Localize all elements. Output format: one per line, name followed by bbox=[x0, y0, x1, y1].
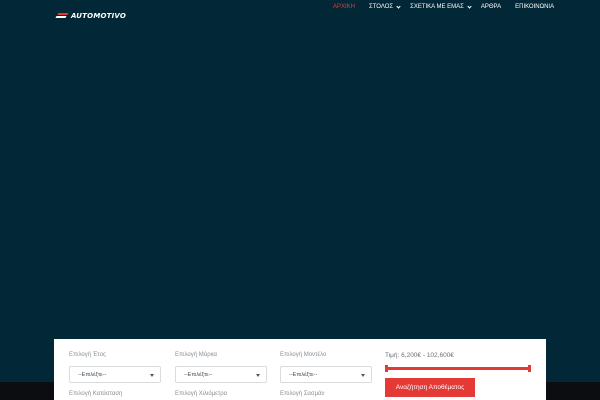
nav-item-contact[interactable]: ΕΠΙΚΟΙΝΩΝΙΑ bbox=[515, 4, 554, 10]
model-select[interactable]: --Επιλέξτε-- bbox=[280, 366, 372, 383]
main-nav: ΑΡΧΙΚΗ ΣΤΟΛΟΣ ΣΧΕΤΙΚΑ ΜΕ ΕΜΑΣ ΑΡΘΡΑ ΕΠΙΚ… bbox=[333, 2, 554, 12]
price-slider-fill bbox=[385, 367, 531, 370]
year-select[interactable]: --Επιλέξτε-- bbox=[69, 366, 161, 383]
price-slider-min-handle[interactable] bbox=[385, 365, 388, 372]
year-label: Επιλογή Έτος bbox=[69, 352, 106, 358]
logo-mark-icon bbox=[56, 12, 70, 20]
price-slider[interactable] bbox=[385, 365, 531, 372]
inventory-search-panel: Επιλογή Έτος Επιλογή Μάρκα Επιλογή Μοντέ… bbox=[54, 339, 546, 400]
select-value: --Επιλέξτε-- bbox=[78, 372, 107, 378]
select-value: --Επιλέξτε-- bbox=[184, 372, 213, 378]
search-inventory-button[interactable]: Αναζήτηση Αποθέματος bbox=[385, 378, 475, 397]
logo-text: AUTOMOTIVO bbox=[71, 12, 127, 20]
price-slider-max-handle[interactable] bbox=[528, 365, 531, 372]
model-label: Επιλογή Μοντέλο bbox=[280, 352, 327, 358]
nav-item-home[interactable]: ΑΡΧΙΚΗ bbox=[333, 4, 355, 10]
nav-item-label: ΣΧΕΤΙΚΑ ΜΕ ΕΜΑΣ bbox=[410, 4, 464, 10]
nav-item-label: ΑΡΧΙΚΗ bbox=[333, 4, 356, 10]
transmission-label: Επιλογή Σασμάν bbox=[280, 391, 325, 397]
nav-item-label: ΣΤΟΛΟΣ bbox=[369, 4, 394, 10]
chevron-down-icon bbox=[396, 3, 401, 9]
site-header: AUTOMOTIVO ΑΡΧΙΚΗ ΣΤΟΛΟΣ ΣΧΕΤΙΚΑ ΜΕ ΕΜΑΣ… bbox=[0, 0, 600, 20]
nav-item-label: ΑΡΘΡΑ bbox=[480, 4, 502, 10]
nav-item-about[interactable]: ΣΧΕΤΙΚΑ ΜΕ ΕΜΑΣ bbox=[410, 3, 472, 10]
caret-down-icon bbox=[256, 374, 260, 377]
chevron-down-icon bbox=[467, 3, 472, 9]
condition-label: Επιλογή Κατάσταση bbox=[69, 391, 123, 397]
site-logo[interactable]: AUTOMOTIVO bbox=[56, 12, 126, 20]
select-value: --Επιλέξτε-- bbox=[289, 372, 318, 378]
price-label-text: Τιμή: bbox=[385, 352, 400, 359]
caret-down-icon bbox=[361, 374, 365, 377]
nav-item-articles[interactable]: ΑΡΘΡΑ bbox=[481, 4, 501, 10]
price-range-value: 6,200€ - 102,600€ bbox=[401, 352, 454, 359]
mileage-label: Επιλογή Χιλιόμετρα bbox=[175, 391, 228, 397]
price-label: Τιμή: 6,200€ - 102,600€ bbox=[385, 352, 454, 359]
nav-item-label: ΕΠΙΚΟΙΝΩΝΙΑ bbox=[515, 4, 555, 10]
make-select[interactable]: --Επιλέξτε-- bbox=[175, 366, 267, 383]
nav-item-fleet[interactable]: ΣΤΟΛΟΣ bbox=[369, 3, 401, 10]
make-label: Επιλογή Μάρκα bbox=[175, 352, 217, 358]
caret-down-icon bbox=[150, 374, 154, 377]
